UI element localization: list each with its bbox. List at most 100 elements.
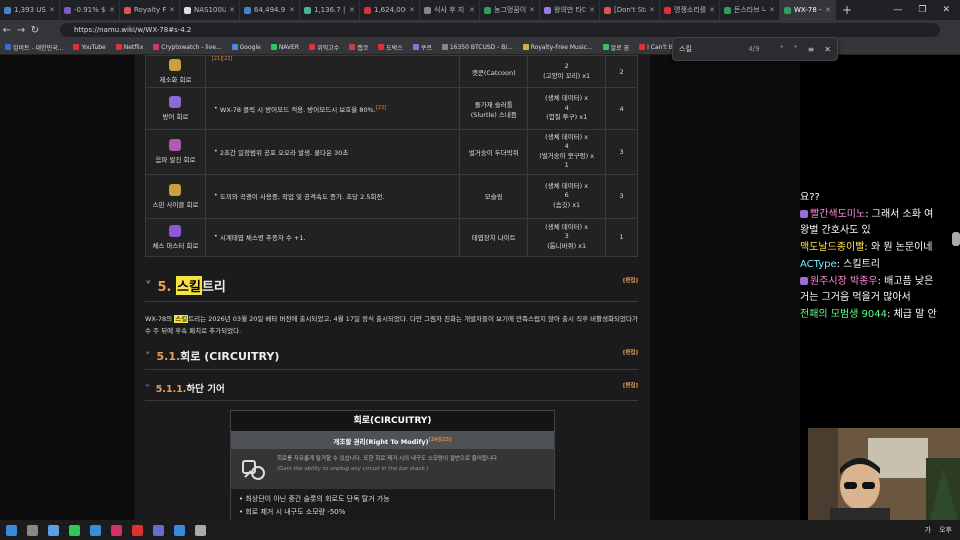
- bookmark-item[interactable]: YouTube: [68, 44, 110, 51]
- browser-tab[interactable]: Royalty Fre✕: [120, 0, 180, 20]
- tab-close-icon[interactable]: ✕: [49, 6, 55, 14]
- back-icon[interactable]: ←: [0, 25, 14, 36]
- skill-name[interactable]: 제소화 회로: [159, 76, 191, 84]
- chat-username[interactable]: 전패의 모범생 9044: [800, 309, 887, 320]
- taskbar-app-icon[interactable]: [111, 524, 122, 536]
- bookmark-item[interactable]: 캡코: [344, 43, 373, 52]
- browser-tab[interactable]: 1,624,000원✕: [360, 0, 420, 20]
- bookmark-item[interactable]: 위믹고수: [304, 43, 344, 52]
- taskbar-app-icon[interactable]: [195, 524, 206, 536]
- browser-tab[interactable]: 왕의만 타더 ✕: [540, 0, 600, 20]
- taskbar-app-icon[interactable]: [48, 524, 59, 536]
- bookmark-item[interactable]: 16350 BTCUSD - Bi...: [437, 44, 518, 51]
- taskbar-app-icon[interactable]: [174, 524, 185, 536]
- tab-close-icon[interactable]: ✕: [409, 6, 415, 14]
- taskbar-app-icon[interactable]: [6, 524, 17, 536]
- bookmark-item[interactable]: Royalty-Free Music...: [518, 44, 598, 51]
- collapse-chevron-icon[interactable]: ˅: [145, 384, 150, 395]
- skill-name[interactable]: 스핀 사이클 회로: [152, 201, 198, 209]
- browser-tab[interactable]: 식사 후 지 ✕: [420, 0, 480, 20]
- tab-close-icon[interactable]: ✕: [109, 6, 115, 14]
- bookmark-item[interactable]: 쿠르: [408, 43, 437, 52]
- edit-link[interactable]: [편집]: [623, 348, 638, 356]
- browser-tab[interactable]: NAS100USD✕: [180, 0, 240, 20]
- taskbar-app-icon[interactable]: [90, 524, 101, 536]
- browser-tab[interactable]: 명쟁소리를 ✕: [660, 0, 720, 20]
- chat-username[interactable]: 원주시장 박종우: [810, 276, 878, 287]
- chat-line: 요??: [800, 190, 960, 207]
- tab-favicon-icon: [64, 6, 71, 14]
- skill-tier-cell: 2: [605, 55, 638, 88]
- skill-creature[interactable]: 벌거숭이 두더박쥐: [469, 149, 519, 157]
- browser-tab[interactable]: [Don't Sta ✕: [600, 0, 660, 20]
- footnote-ref[interactable]: [21][22]: [212, 56, 233, 62]
- clock[interactable]: 오후: [939, 525, 952, 535]
- skill-creature[interactable]: 돌가재 슬러틀(Slurtle) 스내듬: [471, 101, 517, 119]
- tab-close-icon[interactable]: ✕: [169, 6, 175, 14]
- skill-creature[interactable]: 태엽장치 나이트: [472, 234, 516, 242]
- find-next-icon[interactable]: ˅: [794, 45, 798, 54]
- reload-icon[interactable]: ↻: [28, 25, 42, 36]
- section-number[interactable]: 5.1.1.: [156, 384, 187, 395]
- find-close-icon[interactable]: ✕: [824, 45, 831, 54]
- find-input[interactable]: 스킬: [679, 44, 748, 54]
- minimize-button[interactable]: —: [893, 5, 902, 15]
- tab-close-icon[interactable]: ✕: [649, 6, 655, 14]
- tab-close-icon[interactable]: ✕: [229, 6, 235, 14]
- skill-creature[interactable]: 캣쿤(Catcoon): [472, 69, 516, 77]
- url-input[interactable]: https://namu.wiki/w/WX-78#s-4.2: [60, 23, 940, 37]
- forward-icon[interactable]: →: [14, 25, 28, 36]
- collapse-chevron-icon[interactable]: ˅: [145, 280, 152, 295]
- tab-close-icon[interactable]: ✕: [349, 6, 355, 14]
- scrollbar-thumb[interactable]: [952, 232, 960, 246]
- skill-name[interactable]: 체스 마스터 회로: [152, 242, 198, 250]
- find-prev-icon[interactable]: ˄: [780, 45, 784, 54]
- footnote-ref[interactable]: [24][25]: [429, 437, 452, 443]
- bookmark-item[interactable]: Netflix: [111, 44, 149, 51]
- tab-close-icon[interactable]: ✕: [589, 6, 595, 14]
- edit-link[interactable]: [편집]: [623, 381, 638, 389]
- taskbar-app-icon[interactable]: [153, 524, 164, 536]
- browser-tab[interactable]: -0.91% $4✕: [60, 0, 120, 20]
- section-number[interactable]: 5.1.: [157, 350, 181, 363]
- section-number[interactable]: 5.: [158, 280, 172, 295]
- chat-username[interactable]: ACType: [800, 259, 837, 270]
- browser-tab[interactable]: 1,136.7 | SK✕: [300, 0, 360, 20]
- bookmark-item[interactable]: 도박스: [373, 43, 408, 52]
- browser-tab[interactable]: WX-78 - 나✕: [780, 0, 836, 20]
- bookmark-label: 위믹고수: [317, 44, 340, 52]
- tab-close-icon[interactable]: ✕: [769, 6, 775, 14]
- collapse-chevron-icon[interactable]: ˅: [145, 350, 151, 363]
- browser-tab[interactable]: 64,494.9 |✕: [240, 0, 300, 20]
- maximize-button[interactable]: ❐: [918, 5, 926, 15]
- tab-close-icon[interactable]: ✕: [529, 6, 535, 14]
- close-window-button[interactable]: ✕: [942, 5, 950, 15]
- bookmark-item[interactable]: Cryptowatch - live...: [148, 44, 226, 51]
- tab-close-icon[interactable]: ✕: [825, 6, 831, 14]
- skill-creature[interactable]: 모슬링: [485, 193, 503, 201]
- tab-close-icon[interactable]: ✕: [709, 6, 715, 14]
- bookmark-item[interactable]: NAVER: [266, 44, 304, 51]
- new-tab-button[interactable]: +: [836, 3, 858, 17]
- tab-label: 명쟁소리를: [674, 6, 707, 14]
- taskbar-app-icon[interactable]: [27, 524, 38, 536]
- browser-tab[interactable]: 1,393 US ✕: [0, 0, 60, 20]
- skill-name[interactable]: 음파 발진 회로: [155, 156, 195, 164]
- taskbar-app-icon[interactable]: [69, 524, 80, 536]
- bookmark-item[interactable]: 업비트 - 대한민국...: [0, 43, 68, 52]
- footnote-ref[interactable]: [23]: [376, 104, 386, 110]
- browser-tab[interactable]: 농그멍꿈이 ✕: [480, 0, 540, 20]
- chat-username[interactable]: 빨간색도미노: [810, 209, 865, 220]
- find-options-icon[interactable]: ≡: [808, 45, 815, 54]
- skill-name[interactable]: 방어 회로: [162, 113, 188, 121]
- browser-tab[interactable]: 돈스타브 나 ✕: [720, 0, 780, 20]
- tab-close-icon[interactable]: ✕: [469, 6, 475, 14]
- bookmark-item[interactable]: Google: [227, 44, 266, 51]
- taskbar-app-icon[interactable]: [132, 524, 143, 536]
- chat-username[interactable]: 맥도날드종이빨: [800, 242, 864, 253]
- edit-link[interactable]: [편집]: [623, 276, 638, 284]
- bookmark-item[interactable]: 알로 꿈: [598, 43, 634, 52]
- ime-indicator[interactable]: 가: [925, 525, 931, 535]
- chat-message: : 배고픔 낮은: [877, 275, 934, 287]
- tab-close-icon[interactable]: ✕: [289, 6, 295, 14]
